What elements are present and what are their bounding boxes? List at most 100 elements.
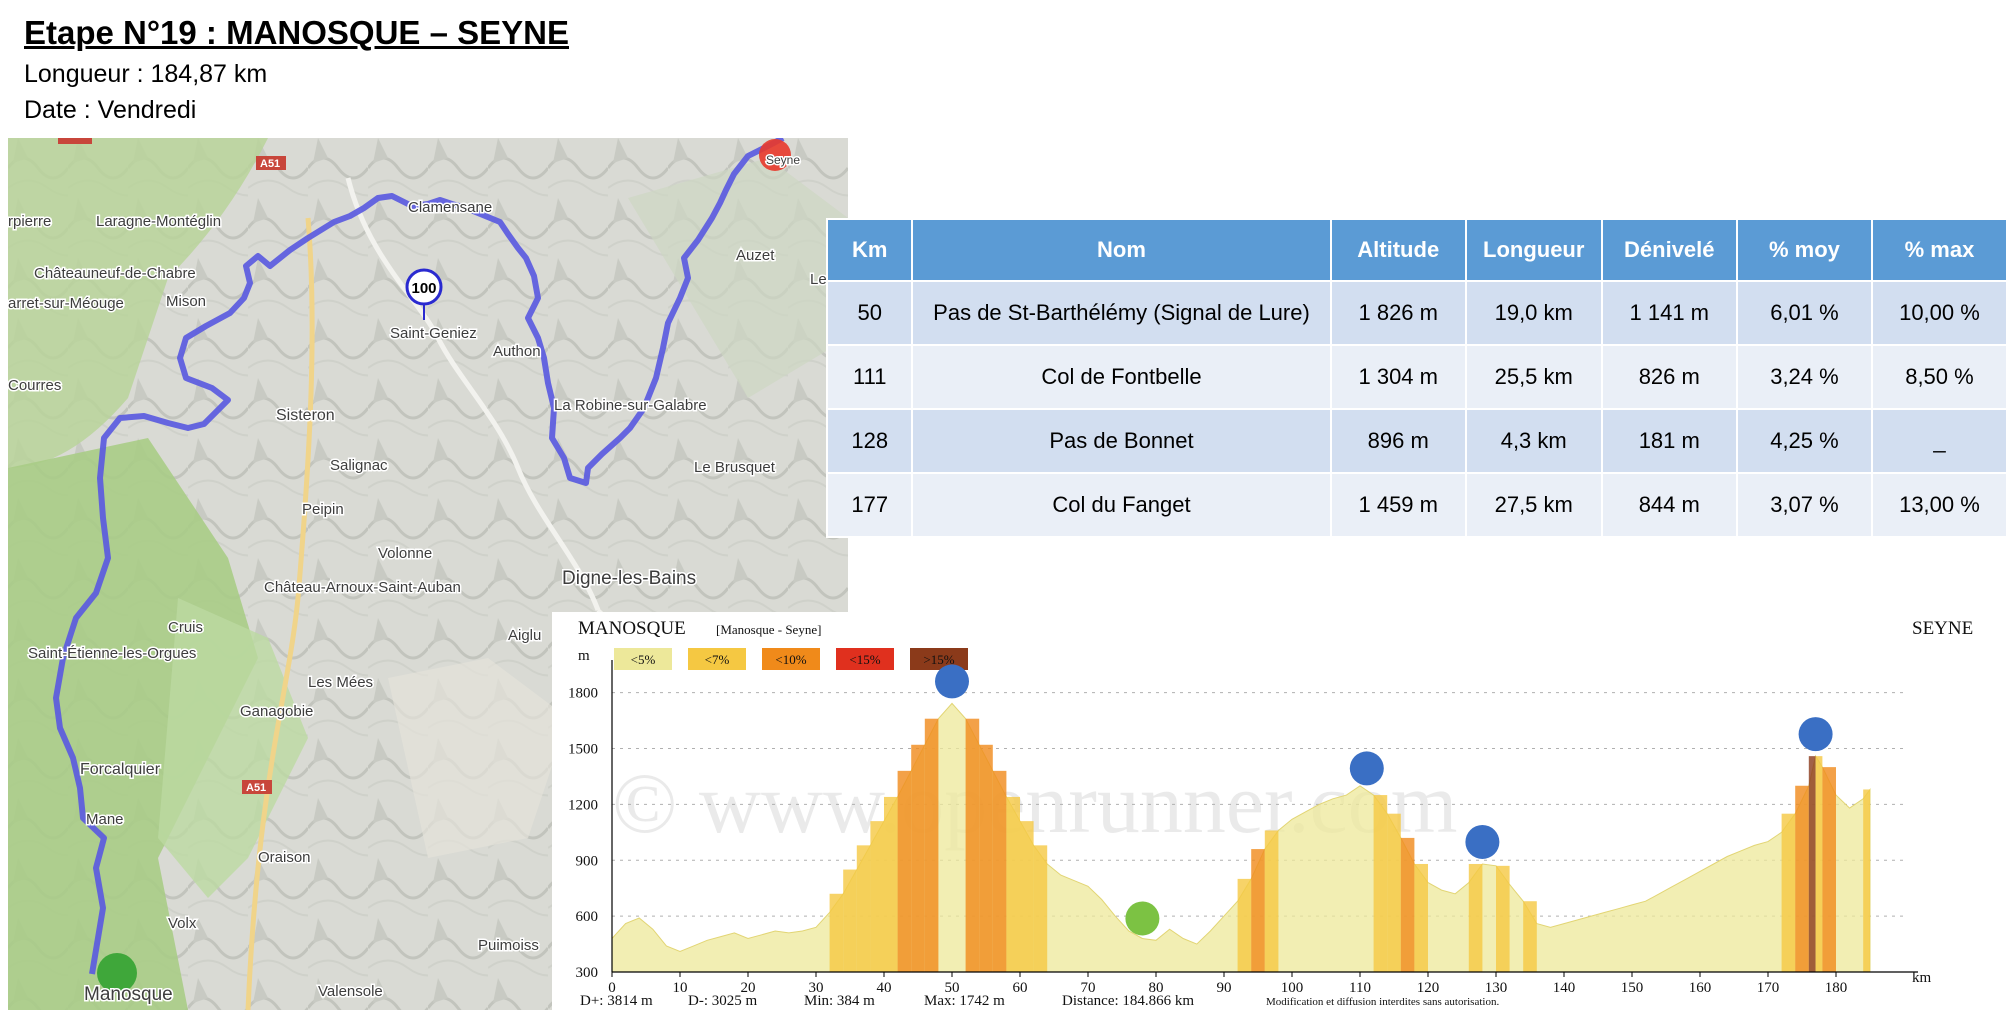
profile-route-label: [Manosque - Seyne] bbox=[716, 622, 821, 637]
legend-label: <10% bbox=[775, 652, 806, 667]
place-label: Le Brusquet bbox=[694, 459, 776, 476]
place-label: Seyne bbox=[766, 153, 800, 167]
grade-stripe bbox=[829, 893, 844, 972]
cell-avg-grade: 3,24 % bbox=[1736, 344, 1873, 410]
stat-elevation-loss: D-: 3025 m bbox=[688, 993, 757, 1009]
place-label: Digne-les-Bains bbox=[562, 568, 696, 589]
grade-stripe bbox=[1237, 878, 1252, 972]
stat-min: Min: 384 m bbox=[804, 993, 875, 1009]
place-label: Aiglu bbox=[508, 627, 541, 644]
x-tick-label: 170 bbox=[1757, 980, 1780, 996]
cell-elevation-gain: 826 m bbox=[1600, 344, 1739, 410]
grade-stripe bbox=[1822, 767, 1836, 972]
header-name: Nom bbox=[911, 218, 1332, 282]
place-label: Forcalquier bbox=[80, 761, 161, 778]
place-label: Les Mées bbox=[308, 674, 373, 691]
place-label: Valensole bbox=[318, 983, 383, 1000]
x-tick-label: 10 bbox=[673, 980, 688, 996]
elevation-profile: MANOSQUE [Manosque - Seyne] SEYNE m <5% <… bbox=[552, 612, 1992, 1010]
cell-length: 25,5 km bbox=[1464, 344, 1603, 410]
elevation-chart: MANOSQUE [Manosque - Seyne] SEYNE m <5% <… bbox=[552, 612, 1992, 1010]
header-km: Km bbox=[825, 218, 914, 282]
x-tick-label: 100 bbox=[1281, 980, 1304, 996]
x-tick-label: 130 bbox=[1485, 980, 1508, 996]
cell-name: Pas de St-Barthélémy (Signal de Lure) bbox=[911, 280, 1332, 346]
cell-altitude: 1 459 m bbox=[1329, 472, 1467, 538]
place-label: Cruis bbox=[168, 619, 203, 636]
cell-length: 27,5 km bbox=[1464, 472, 1603, 538]
x-tick-label: 180 bbox=[1825, 980, 1848, 996]
cell-elevation-gain: 1 141 m bbox=[1600, 280, 1739, 346]
y-tick-label: 1800 bbox=[568, 686, 598, 702]
place-label: Volonne bbox=[378, 545, 432, 562]
grade-stripe bbox=[1863, 789, 1870, 972]
y-tick-label: 900 bbox=[576, 853, 599, 869]
cell-length: 19,0 km bbox=[1464, 280, 1603, 346]
place-label: Saint-Geniez bbox=[390, 325, 477, 342]
table-header-row: Km Nom Altitude Longueur Dénivelé % moy … bbox=[825, 218, 2008, 282]
place-label: La Robine-sur-Galabre bbox=[554, 397, 707, 414]
place-label: arret-sur-Méouge bbox=[8, 295, 124, 312]
x-unit-label: km bbox=[1912, 970, 1932, 986]
cell-length: 4,3 km bbox=[1464, 408, 1603, 474]
y-tick-label: 1200 bbox=[568, 797, 598, 813]
cell-avg-grade: 6,01 % bbox=[1736, 280, 1873, 346]
x-tick-label: 120 bbox=[1417, 980, 1440, 996]
profile-start-label: MANOSQUE bbox=[578, 618, 686, 639]
stat-notice: Modification et diffusion interdites san… bbox=[1266, 996, 1499, 1008]
grade-stripe bbox=[856, 845, 871, 972]
grade-stripe bbox=[1496, 865, 1510, 972]
road-label-text: A51 bbox=[260, 158, 280, 170]
place-label: Manosque bbox=[84, 984, 173, 1005]
cell-avg-grade: 3,07 % bbox=[1736, 472, 1873, 538]
place-label: Puimoiss bbox=[478, 937, 539, 954]
cell-max-grade: 8,50 % bbox=[1870, 344, 2008, 410]
grade-stripe bbox=[1414, 863, 1428, 972]
cell-elevation-gain: 844 m bbox=[1600, 472, 1739, 538]
table-row: 177 Col du Fanget 1 459 m 27,5 km 844 m … bbox=[825, 472, 2008, 538]
place-label: Clamensane bbox=[408, 199, 492, 216]
place-label: Châteauneuf-de-Chabre bbox=[34, 265, 196, 282]
km-marker-label: 100 bbox=[411, 280, 436, 297]
cell-km: 50 bbox=[825, 280, 914, 346]
header-altitude: Altitude bbox=[1329, 218, 1467, 282]
grade-stripe bbox=[1795, 785, 1809, 972]
x-tick-label: 150 bbox=[1621, 980, 1644, 996]
y-tick-label: 1500 bbox=[568, 742, 598, 758]
grade-stripe bbox=[965, 718, 980, 972]
cell-elevation-gain: 181 m bbox=[1600, 408, 1739, 474]
cell-km: 177 bbox=[825, 472, 914, 538]
x-tick-label: 60 bbox=[1013, 980, 1028, 996]
grade-stripe bbox=[1020, 821, 1034, 972]
cell-avg-grade: 4,25 % bbox=[1736, 408, 1873, 474]
header-length: Longueur bbox=[1464, 218, 1603, 282]
feed-zone-marker bbox=[1125, 901, 1160, 936]
stat-max: Max: 1742 m bbox=[924, 993, 1005, 1009]
grade-stripe bbox=[897, 770, 912, 972]
header-max-grade: % max bbox=[1870, 218, 2008, 282]
place-label: Mison bbox=[166, 293, 206, 310]
climb-marker bbox=[935, 664, 969, 699]
stat-elevation-gain: D+: 3814 m bbox=[580, 993, 653, 1009]
table-row: 128 Pas de Bonnet 896 m 4,3 km 181 m 4,2… bbox=[825, 408, 2008, 474]
place-label: Salignac bbox=[330, 457, 388, 474]
stage-length: Longueur : 184,87 km bbox=[24, 60, 268, 88]
table-row: 50 Pas de St-Barthélémy (Signal de Lure)… bbox=[825, 280, 2008, 346]
place-label: Authon bbox=[493, 343, 541, 360]
stage-date: Date : Vendredi bbox=[24, 96, 197, 124]
x-tick-label: 40 bbox=[877, 980, 892, 996]
place-label: Château-Arnoux-Saint-Auban bbox=[264, 579, 461, 596]
place-label: Peipin bbox=[302, 501, 344, 518]
road-label-text: A51 bbox=[246, 782, 266, 794]
x-tick-label: 140 bbox=[1553, 980, 1576, 996]
place-label: Auzet bbox=[736, 247, 775, 264]
grade-stripe bbox=[843, 869, 857, 972]
cell-max-grade: 13,00 % bbox=[1870, 472, 2008, 538]
grade-stripe bbox=[1264, 830, 1279, 972]
grade-stripe bbox=[911, 744, 925, 972]
cell-km: 128 bbox=[825, 408, 914, 474]
table-row: 111 Col de Fontbelle 1 304 m 25,5 km 826… bbox=[825, 344, 2008, 410]
cell-name: Pas de Bonnet bbox=[911, 408, 1332, 474]
cell-max-grade: _ bbox=[1870, 408, 2008, 474]
page-title: Etape N°19 : MANOSQUE – SEYNE bbox=[24, 14, 569, 51]
